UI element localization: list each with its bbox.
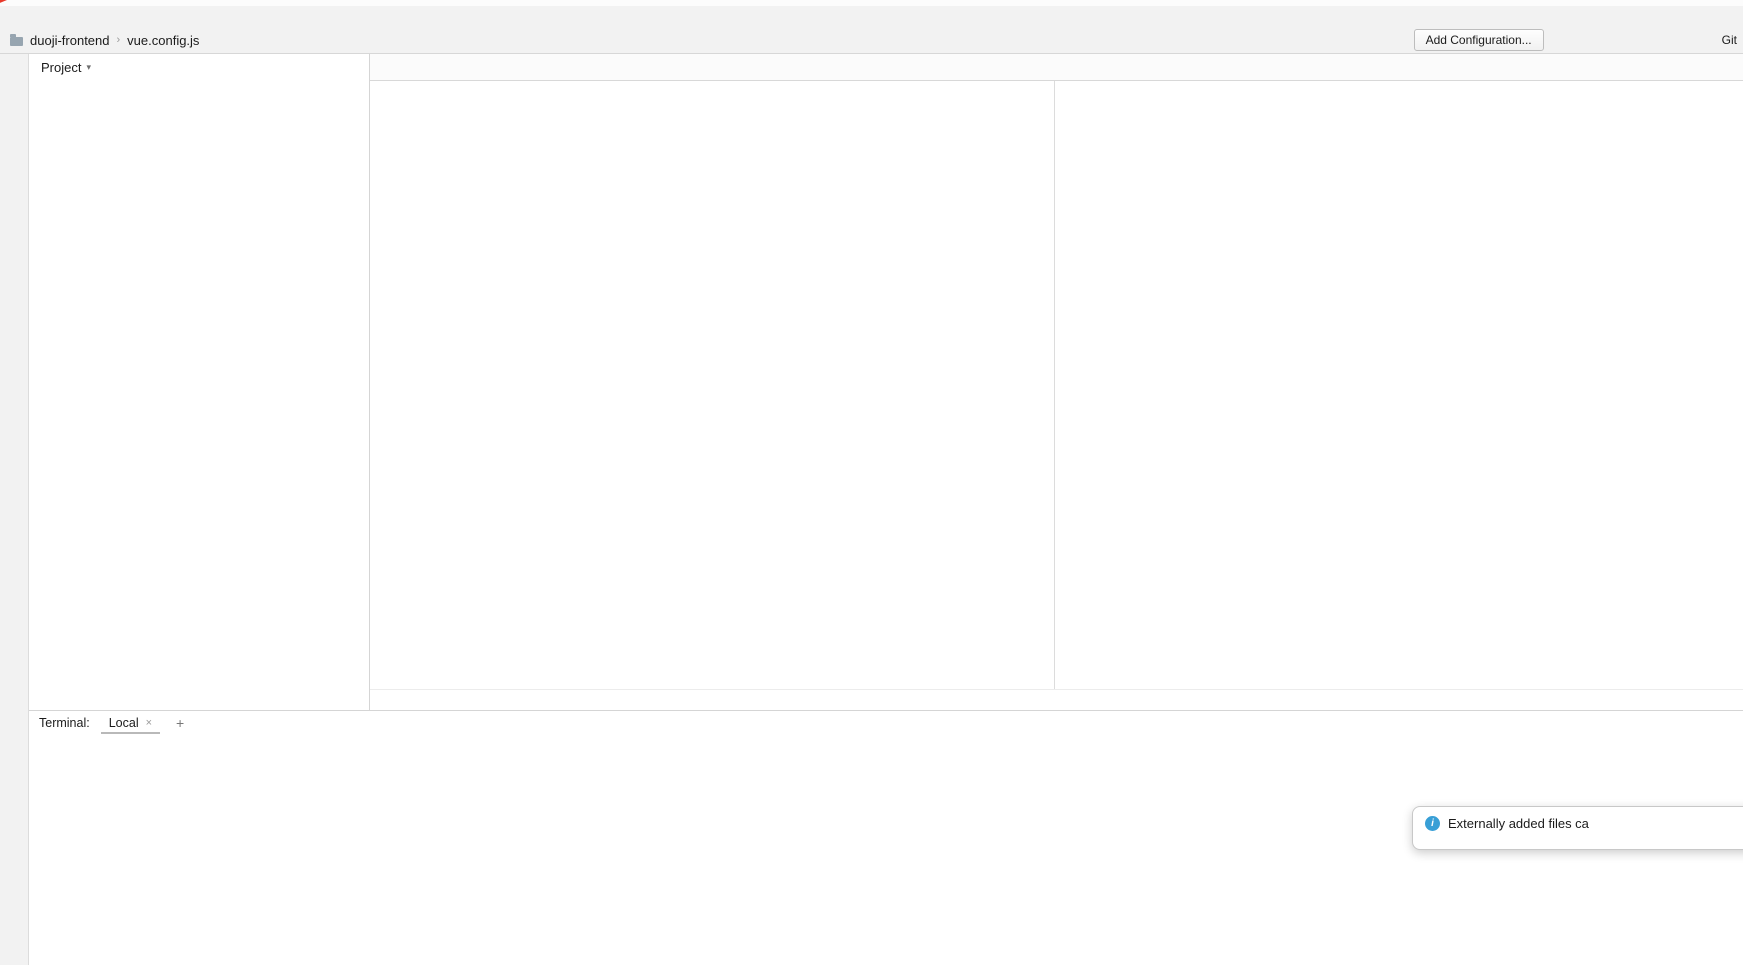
terminal-tab-local[interactable]: Local × — [101, 713, 160, 734]
ide-window: duoji-frontend › vue.config.js Add Confi… — [0, 0, 1743, 965]
breadcrumb-project[interactable]: duoji-frontend — [30, 33, 110, 48]
project-tree — [29, 80, 369, 710]
toolbar-actions: Add Configuration... Git — [1414, 29, 1739, 51]
new-terminal-button[interactable]: + — [171, 715, 189, 731]
editor-area — [370, 54, 1743, 710]
project-folder-icon — [10, 37, 23, 46]
project-panel-title[interactable]: Project — [41, 60, 81, 75]
project-panel-header: Project ▾ — [29, 54, 369, 80]
breadcrumbs-bar — [370, 689, 1743, 710]
right-margin-guide — [1054, 81, 1055, 689]
terminal-header: Terminal: Local × + — [29, 711, 1743, 735]
chevron-down-icon: ▾ — [86, 62, 91, 73]
notification-popup: i Externally added files ca — [1412, 806, 1743, 850]
project-panel: Project ▾ — [29, 54, 370, 710]
chevron-right-icon: › — [117, 34, 121, 46]
navigation-breadcrumb: duoji-frontend › vue.config.js — [10, 33, 199, 48]
notification-text: Externally added files ca — [1448, 816, 1589, 831]
breadcrumb-file[interactable]: vue.config.js — [127, 33, 199, 48]
menu-bar — [0, 6, 1743, 27]
git-widget[interactable]: Git — [1722, 33, 1739, 47]
terminal-tab-label: Local — [109, 716, 139, 730]
terminal-output[interactable] — [29, 735, 1743, 965]
left-toolwindow-strip — [0, 54, 29, 965]
terminal-title: Terminal: — [39, 716, 90, 730]
info-icon: i — [1425, 816, 1440, 831]
close-icon[interactable]: × — [146, 717, 152, 729]
main-toolbar: duoji-frontend › vue.config.js Add Confi… — [0, 27, 1743, 54]
add-configuration-button[interactable]: Add Configuration... — [1414, 29, 1544, 51]
editor-tabs — [370, 54, 1743, 81]
code-editor[interactable] — [370, 81, 1743, 689]
